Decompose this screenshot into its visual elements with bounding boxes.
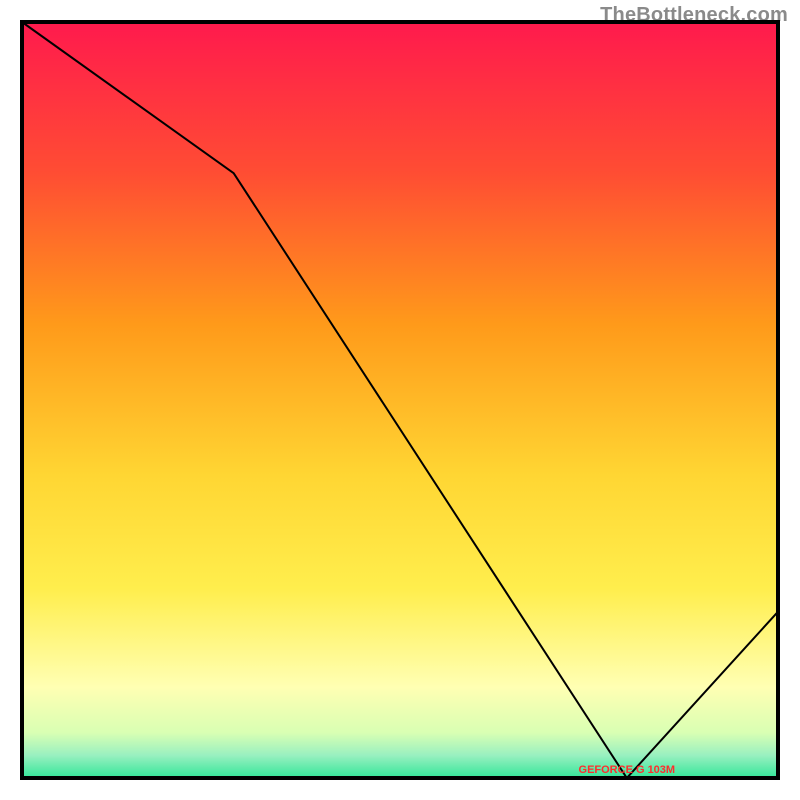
bottleneck-chart	[0, 0, 800, 800]
chart-background	[22, 22, 778, 778]
marker-label: GEFORCE G 103M	[579, 764, 676, 776]
chart-container: TheBottleneck.com GEFORCE G 103M	[0, 0, 800, 800]
